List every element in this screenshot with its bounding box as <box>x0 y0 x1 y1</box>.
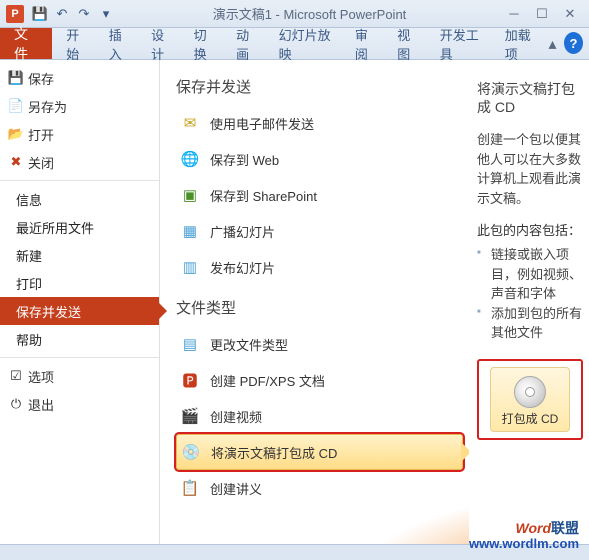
maximize-button[interactable]: ☐ <box>531 5 553 23</box>
opt-publish[interactable]: ▥ 发布幻灯片 <box>176 249 463 285</box>
nav-exit-label: 退出 <box>28 395 54 414</box>
tab-developer[interactable]: 开发工具 <box>430 28 495 59</box>
exit-icon: ⏻ <box>8 396 24 412</box>
opt-video[interactable]: 🎬 创建视频 <box>176 398 463 434</box>
opt-handouts[interactable]: 📋 创建讲义 <box>176 470 463 506</box>
qat-redo[interactable]: ↷ <box>74 4 94 24</box>
ribbon-tabs: 文件 开始 插入 设计 切换 动画 幻灯片放映 审阅 视图 开发工具 加载项 ▴… <box>0 28 589 60</box>
nav-recent[interactable]: 最近所用文件 <box>0 213 159 241</box>
detail-list-label: 此包的内容包括： <box>477 220 583 239</box>
tab-design[interactable]: 设计 <box>141 28 183 59</box>
nav-info[interactable]: 信息 <box>0 185 159 213</box>
nav-close-label: 关闭 <box>28 153 54 172</box>
backstage-view: 💾保存 📄另存为 📂打开 ✖关闭 信息 最近所用文件 新建 打印 保存并发送 帮… <box>0 60 589 544</box>
bullet-item: 添加到包的所有其他文件 <box>477 304 583 343</box>
status-bar <box>0 544 589 560</box>
web-icon: 🌐 <box>180 149 200 169</box>
opt-cd-label: 将演示文稿打包成 CD <box>211 443 337 462</box>
package-cd-button-label: 打包成 CD <box>491 412 569 428</box>
close-button[interactable]: ✕ <box>559 5 581 23</box>
opt-pdf[interactable]: 🅿 创建 PDF/XPS 文档 <box>176 362 463 398</box>
opt-broadcast-label: 广播幻灯片 <box>210 222 275 241</box>
nav-separator <box>0 357 159 358</box>
nav-save-and-send[interactable]: 保存并发送 <box>0 297 159 325</box>
tab-view[interactable]: 视图 <box>387 28 429 59</box>
opt-changetype-label: 更改文件类型 <box>210 335 288 354</box>
opt-sharepoint-label: 保存到 SharePoint <box>210 186 317 205</box>
email-icon: ✉ <box>180 113 200 133</box>
nav-separator <box>0 180 159 181</box>
opt-video-label: 创建视频 <box>210 407 262 426</box>
opt-change-filetype[interactable]: ▤ 更改文件类型 <box>176 326 463 362</box>
opt-handouts-label: 创建讲义 <box>210 479 262 498</box>
window-buttons: ─ ☐ ✕ <box>503 5 581 23</box>
nav-open-label: 打开 <box>28 125 54 144</box>
options-icon: ☑ <box>8 368 24 384</box>
package-cd-button[interactable]: 打包成 CD <box>490 367 570 433</box>
nav-options[interactable]: ☑选项 <box>0 362 159 390</box>
ribbon-collapse-icon[interactable]: ▴ <box>548 28 564 59</box>
opt-email[interactable]: ✉ 使用电子邮件发送 <box>176 105 463 141</box>
app-icon: P <box>6 5 24 23</box>
nav-saveas[interactable]: 📄另存为 <box>0 92 159 120</box>
video-icon: 🎬 <box>180 406 200 426</box>
minimize-button[interactable]: ─ <box>503 5 525 23</box>
opt-web[interactable]: 🌐 保存到 Web <box>176 141 463 177</box>
opt-sharepoint[interactable]: ▣ 保存到 SharePoint <box>176 177 463 213</box>
tab-transitions[interactable]: 切换 <box>184 28 226 59</box>
opt-package-cd[interactable]: 💿 将演示文稿打包成 CD <box>176 434 463 470</box>
sharepoint-icon: ▣ <box>180 185 200 205</box>
open-icon: 📂 <box>8 126 24 142</box>
qat-more[interactable]: ▾ <box>96 4 116 24</box>
broadcast-icon: ▦ <box>180 221 200 241</box>
nav-options-label: 选项 <box>28 367 54 386</box>
tab-insert[interactable]: 插入 <box>99 28 141 59</box>
publish-icon: ▥ <box>180 257 200 277</box>
nav-save[interactable]: 💾保存 <box>0 64 159 92</box>
opt-pdf-label: 创建 PDF/XPS 文档 <box>210 371 325 390</box>
detail-description: 创建一个包以便其他人可以在大多数计算机上观看此演示文稿。 <box>477 130 583 208</box>
nav-close[interactable]: ✖关闭 <box>0 148 159 176</box>
opt-publish-label: 发布幻灯片 <box>210 258 275 277</box>
save-icon: 💾 <box>8 70 24 86</box>
opt-broadcast[interactable]: ▦ 广播幻灯片 <box>176 213 463 249</box>
pdf-icon: 🅿 <box>180 370 200 390</box>
tab-home[interactable]: 开始 <box>56 28 98 59</box>
section-save-send: 保存并发送 <box>176 76 463 97</box>
tab-file[interactable]: 文件 <box>0 28 52 59</box>
nav-save-label: 保存 <box>28 69 54 88</box>
tab-slideshow[interactable]: 幻灯片放映 <box>269 28 345 59</box>
nav-saveas-label: 另存为 <box>28 97 67 116</box>
opt-email-label: 使用电子邮件发送 <box>210 114 314 133</box>
saveas-icon: 📄 <box>8 98 24 114</box>
nav-help[interactable]: 帮助 <box>0 325 159 353</box>
close-icon: ✖ <box>8 154 24 170</box>
cd-icon: 💿 <box>181 442 201 462</box>
help-icon[interactable]: ? <box>564 32 583 54</box>
filetype-icon: ▤ <box>180 334 200 354</box>
window-title: 演示文稿1 - Microsoft PowerPoint <box>116 4 503 23</box>
bullet-item: 链接或嵌入项目，例如视频、声音和字体 <box>477 245 583 304</box>
tab-animations[interactable]: 动画 <box>226 28 268 59</box>
action-highlight-box: 打包成 CD <box>477 359 583 441</box>
nav-print[interactable]: 打印 <box>0 269 159 297</box>
qat-save[interactable]: 💾 <box>30 4 50 24</box>
section-file-types: 文件类型 <box>176 297 463 318</box>
cd-large-icon <box>514 376 546 408</box>
backstage-nav: 💾保存 📄另存为 📂打开 ✖关闭 信息 最近所用文件 新建 打印 保存并发送 帮… <box>0 60 160 544</box>
nav-exit[interactable]: ⏻退出 <box>0 390 159 418</box>
nav-open[interactable]: 📂打开 <box>0 120 159 148</box>
save-send-panel: 保存并发送 ✉ 使用电子邮件发送 🌐 保存到 Web ▣ 保存到 SharePoint… <box>160 60 469 544</box>
tab-addins[interactable]: 加载项 <box>495 28 549 59</box>
qat-undo[interactable]: ↶ <box>52 4 72 24</box>
detail-panel: 将演示文稿打包成 CD 创建一个包以便其他人可以在大多数计算机上观看此演示文稿。… <box>469 60 589 544</box>
tab-review[interactable]: 审阅 <box>345 28 387 59</box>
handouts-icon: 📋 <box>180 478 200 498</box>
quick-access-toolbar: 💾 ↶ ↷ ▾ <box>30 4 116 24</box>
nav-new[interactable]: 新建 <box>0 241 159 269</box>
detail-bullets: 链接或嵌入项目，例如视频、声音和字体 添加到包的所有其他文件 <box>477 245 583 343</box>
detail-title: 将演示文稿打包成 CD <box>477 80 583 116</box>
opt-web-label: 保存到 Web <box>210 150 279 169</box>
